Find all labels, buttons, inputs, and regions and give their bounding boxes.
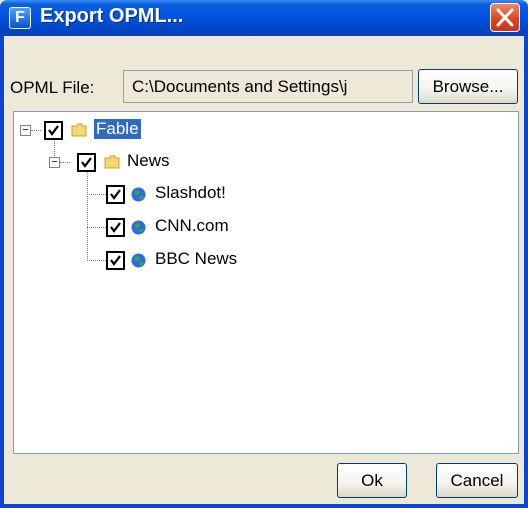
feed-checkbox[interactable] [106,251,125,270]
browse-button[interactable]: Browse... [418,69,518,104]
window-title: Export OPML... [40,5,184,27]
fable-checkbox[interactable] [44,121,63,140]
tree-node-feed[interactable]: Slashdot! [14,181,234,207]
news-checkbox[interactable] [77,153,96,172]
ok-button[interactable]: Ok [337,463,407,498]
tree-node-feed[interactable]: BBC News [14,247,237,273]
tree-node-news[interactable]: − News [14,149,214,175]
tree-node-fable[interactable]: − Fable [14,117,214,143]
window-frame-right [524,36,528,508]
globe-icon [131,187,146,202]
opml-file-label: OPML File: [10,78,95,97]
globe-icon [131,220,146,235]
tree-node-label[interactable]: CNN.com [155,216,229,236]
checkmark-icon [110,189,121,200]
close-button[interactable] [490,3,520,32]
feed-checkbox[interactable] [106,185,125,204]
checkmark-icon [48,125,59,136]
app-icon: F [9,7,31,29]
checkmark-icon [81,157,92,168]
window-frame-left [0,36,4,508]
tree-node-label[interactable]: News [127,151,170,171]
tree-node-label[interactable]: BBC News [155,249,237,269]
collapse-toggle[interactable]: − [49,157,60,168]
tree-node-feed[interactable]: CNN.com [14,214,234,240]
feed-tree[interactable]: − Fable − News Slashdot! CNN.com BBC New… [13,111,519,454]
checkmark-icon [110,255,121,266]
opml-file-path-field[interactable]: C:\Documents and Settings\j [123,70,413,103]
feed-checkbox[interactable] [106,218,125,237]
close-icon [496,8,514,27]
checkmark-icon [110,222,121,233]
tree-node-label[interactable]: Fable [94,119,141,139]
window-frame-bottom [0,504,528,508]
collapse-toggle[interactable]: − [20,125,31,136]
cancel-button[interactable]: Cancel [436,463,518,498]
title-bar[interactable]: F Export OPML... [0,0,528,36]
globe-icon [131,253,146,268]
tree-node-label[interactable]: Slashdot! [155,183,226,203]
folder-icon [71,123,87,137]
folder-icon [104,155,120,169]
